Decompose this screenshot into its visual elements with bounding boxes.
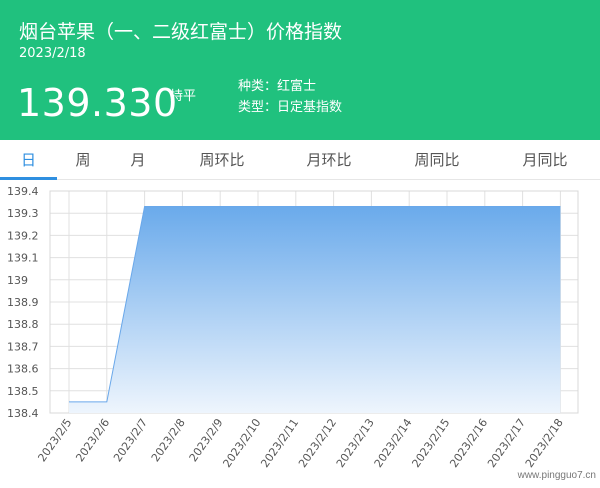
category-row: 种类：红富士 — [238, 79, 316, 95]
price-index-chart: 138.4 138.5 138.6 138.7 138.8 138.9 139 139.1 13… — [7, 185, 596, 481]
tab-day[interactable]: 日 — [0, 140, 57, 180]
y-axis-ticks: 138.4 138.5 138.6 138.7 138.8 138.9 139 139.1 13… — [7, 185, 39, 420]
x-tick-label: 2023/2/11 — [258, 416, 301, 470]
period-tabs: 日 周 月 周环比 月环比 周同比 月同比 — [0, 140, 600, 180]
y-tick-label: 139.2 — [7, 229, 39, 242]
tab-week[interactable]: 周 — [57, 140, 109, 180]
tab-month[interactable]: 月 — [112, 140, 164, 180]
x-tick-label: 2023/2/8 — [149, 416, 188, 464]
page-title: 烟台苹果（一、二级红富士）价格指数 — [19, 21, 343, 43]
type-row: 类型：日定基指数 — [238, 100, 342, 116]
x-tick-label: 2023/2/12 — [296, 416, 339, 470]
x-tick-label: 2023/2/17 — [485, 416, 528, 470]
y-tick-label: 138.6 — [7, 363, 39, 376]
price-area — [69, 206, 561, 413]
x-tick-label: 2023/2/13 — [334, 416, 377, 470]
y-tick-label: 139 — [7, 274, 28, 287]
y-tick-label: 138.5 — [7, 385, 39, 398]
type-label: 类型： — [238, 100, 278, 115]
price-value: 139.330 — [17, 81, 178, 125]
watermark-text: www.pingguo7.cn — [517, 470, 596, 481]
y-tick-label: 138.8 — [7, 318, 39, 331]
x-tick-label: 2023/2/6 — [73, 416, 112, 464]
tab-week-on-week[interactable]: 周环比 — [182, 140, 262, 180]
x-tick-label: 2023/2/10 — [220, 416, 263, 470]
x-tick-label: 2023/2/9 — [187, 416, 226, 464]
category-value: 红富士 — [277, 79, 317, 94]
y-tick-label: 139.1 — [7, 252, 39, 265]
tab-month-year-on-year[interactable]: 月同比 — [505, 140, 585, 180]
category-label: 种类： — [238, 79, 278, 94]
x-tick-label: 2023/2/7 — [111, 416, 150, 464]
x-tick-label: 2023/2/16 — [447, 416, 490, 470]
tab-month-on-month[interactable]: 月环比 — [289, 140, 369, 180]
x-tick-label: 2023/2/18 — [523, 416, 566, 470]
tab-week-year-on-year[interactable]: 周同比 — [397, 140, 477, 180]
header-banner: 烟台苹果（一、二级红富士）价格指数 2023/2/18 139.330 持平 种… — [0, 0, 600, 140]
type-value: 日定基指数 — [277, 100, 343, 115]
x-tick-label: 2023/2/14 — [372, 416, 415, 470]
y-tick-label: 138.9 — [7, 296, 39, 309]
x-tick-label: 2023/2/5 — [35, 416, 74, 464]
y-tick-label: 139.3 — [7, 207, 39, 220]
x-axis-ticks: 2023/2/52023/2/62023/2/72023/2/82023/2/9… — [35, 416, 565, 470]
y-tick-label: 139.4 — [7, 185, 39, 198]
change-status: 持平 — [170, 89, 197, 104]
x-tick-label: 2023/2/15 — [409, 416, 452, 470]
y-tick-label: 138.4 — [7, 407, 39, 420]
y-tick-label: 138.7 — [7, 340, 39, 353]
date-label: 2023/2/18 — [19, 46, 86, 61]
